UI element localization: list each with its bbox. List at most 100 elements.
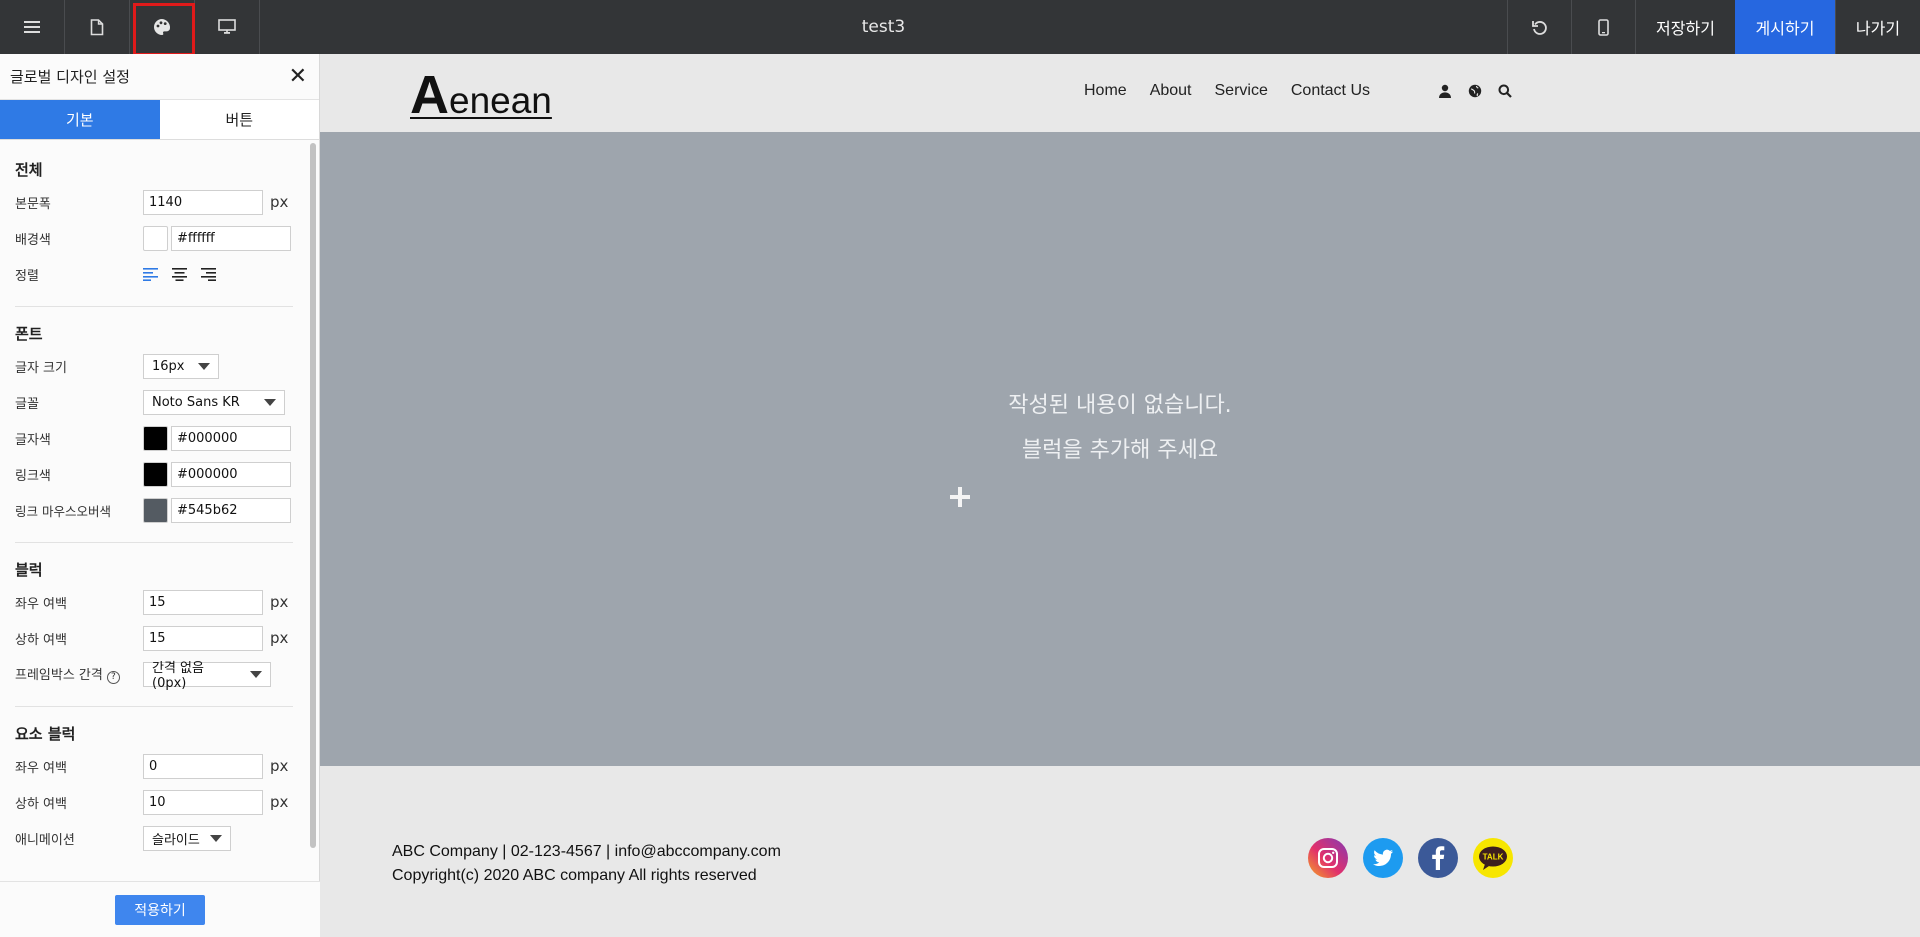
empty-hint: 블럭을 추가해 주세요: [1021, 438, 1219, 463]
menu-icon: [24, 21, 40, 33]
settings-scroll-area[interactable]: 전체 본문폭 1140 px 배경색 #ffffff 정렬 폰트 글자 크기 1…: [0, 141, 320, 881]
link-hover-color-label: 링크 마우스오버색: [15, 503, 111, 519]
monitor-icon: [218, 19, 236, 34]
search-icon[interactable]: [1498, 84, 1512, 98]
align-left-icon[interactable]: [143, 267, 158, 281]
site-logo[interactable]: Aenean: [410, 64, 552, 126]
frame-gap-select[interactable]: 간격 없음 (0px): [143, 661, 271, 691]
apply-button[interactable]: 적용하기: [115, 894, 205, 925]
site-footer: ABC Company | 02-123-4567 | info@abccomp…: [320, 766, 1920, 937]
element-vpad-input[interactable]: 10: [143, 789, 263, 815]
site-nav: Home About Service Contact Us: [1084, 82, 1393, 100]
globe-icon[interactable]: [1468, 84, 1482, 98]
frame-gap-value: 간격 없음 (0px): [152, 661, 204, 691]
preview-button[interactable]: [195, 0, 260, 54]
section-general: 전체 본문폭 1140 px 배경색 #ffffff 정렬: [0, 159, 320, 292]
element-hpad-input[interactable]: 0: [143, 753, 263, 779]
bg-color-input[interactable]: #ffffff: [171, 225, 291, 251]
section-block: 블럭 좌우 여백 15 px 상하 여백 15 px 프레임박스 간격? 간격 …: [0, 559, 320, 692]
link-color-swatch[interactable]: [143, 461, 168, 487]
frame-gap-label: 프레임박스 간격?: [15, 664, 143, 684]
content-width-input[interactable]: 1140: [143, 189, 263, 215]
unit-label: px: [270, 593, 289, 611]
undo-button[interactable]: [1507, 0, 1571, 54]
save-button[interactable]: 저장하기: [1635, 0, 1735, 54]
exit-button[interactable]: 나가기: [1835, 0, 1920, 54]
footer-contact: ABC Company | 02-123-4567 | info@abccomp…: [392, 843, 781, 860]
align-label: 정렬: [15, 268, 39, 284]
panel-title: 글로벌 디자인 설정: [10, 68, 130, 86]
publish-button[interactable]: 게시하기: [1735, 0, 1835, 54]
mobile-view-button[interactable]: [1571, 0, 1635, 54]
facebook-icon[interactable]: [1418, 838, 1458, 878]
link-color-label: 링크색: [15, 468, 51, 484]
font-size-value: 16px: [152, 358, 185, 374]
panel-scrollbar[interactable]: [310, 143, 316, 848]
section-element-block: 요소 블럭 좌우 여백 0 px 상하 여백 10 px 애니메이션 슬라이드: [0, 723, 320, 856]
chevron-down-icon: [210, 834, 222, 842]
logo-text: enean: [449, 80, 552, 121]
font-family-select[interactable]: Noto Sans KR: [143, 389, 285, 415]
unit-label: px: [270, 793, 289, 811]
design-button[interactable]: [130, 0, 195, 56]
panel-tabs: 기본 버튼: [0, 100, 319, 140]
link-hover-color-input[interactable]: #545b62: [171, 497, 291, 523]
nav-item-contact[interactable]: Contact Us: [1291, 82, 1370, 100]
tab-basic[interactable]: 기본: [0, 100, 160, 139]
empty-message: 작성된 내용이 없습니다.: [1008, 393, 1232, 418]
divider: [15, 706, 293, 707]
top-toolbar: test3 저장하기 게시하기 나가기: [0, 0, 1920, 56]
nav-item-home[interactable]: Home: [1084, 82, 1127, 100]
tab-button[interactable]: 버튼: [159, 100, 319, 139]
close-icon[interactable]: ✕: [289, 65, 307, 88]
twitter-icon[interactable]: [1363, 838, 1403, 878]
section-title: 요소 블럭: [15, 725, 76, 743]
logo-initial: A: [410, 65, 449, 125]
mobile-icon: [1598, 18, 1609, 36]
align-right-icon[interactable]: [201, 267, 216, 281]
bg-color-label: 배경색: [15, 232, 51, 248]
animation-label: 애니메이션: [15, 832, 75, 848]
bg-color-swatch[interactable]: [143, 225, 168, 251]
undo-icon: [1532, 20, 1547, 35]
divider: [15, 542, 293, 543]
divider: [15, 306, 293, 307]
menu-button[interactable]: [0, 0, 65, 54]
animation-select[interactable]: 슬라이드: [143, 825, 231, 851]
page-button[interactable]: [65, 0, 130, 54]
add-block-button[interactable]: [945, 482, 975, 512]
block-vpad-input[interactable]: 15: [143, 625, 263, 651]
text-color-label: 글자색: [15, 432, 51, 448]
block-hpad-input[interactable]: 15: [143, 589, 263, 615]
text-color-input[interactable]: #000000: [171, 425, 291, 451]
nav-item-about[interactable]: About: [1150, 82, 1192, 100]
unit-label: px: [270, 193, 289, 211]
font-family-value: Noto Sans KR: [152, 394, 240, 410]
document-title: test3: [861, 17, 906, 37]
block-vpad-label: 상하 여백: [15, 632, 67, 648]
element-vpad-label: 상하 여백: [15, 796, 67, 812]
site-preview: Aenean Home About Service Contact Us 작성된…: [320, 54, 1920, 937]
footer-copyright: Copyright(c) 2020 ABC company All rights…: [392, 867, 757, 884]
font-size-select[interactable]: 16px: [143, 353, 219, 379]
chevron-down-icon: [250, 670, 262, 678]
link-hover-color-swatch[interactable]: [143, 497, 168, 523]
page-icon: [90, 18, 104, 35]
help-icon[interactable]: ?: [106, 670, 120, 684]
global-design-panel: 글로벌 디자인 설정 ✕ 기본 버튼 전체 본문폭 1140 px 배경색 #f…: [0, 54, 320, 937]
kakaotalk-icon[interactable]: TALK: [1473, 838, 1513, 878]
chevron-down-icon: [264, 398, 276, 406]
unit-label: px: [270, 757, 289, 775]
panel-header: 글로벌 디자인 설정 ✕: [0, 54, 319, 100]
section-font: 폰트 글자 크기 16px 글꼴 Noto Sans KR 글자색 #00000…: [0, 323, 320, 528]
nav-item-service[interactable]: Service: [1215, 82, 1268, 100]
align-center-icon[interactable]: [172, 267, 187, 281]
footer-info: ABC Company | 02-123-4567 | info@abccomp…: [392, 840, 781, 888]
text-color-swatch[interactable]: [143, 425, 168, 451]
instagram-icon[interactable]: [1308, 838, 1348, 878]
link-color-input[interactable]: #000000: [171, 461, 291, 487]
content-width-label: 본문폭: [15, 196, 51, 212]
unit-label: px: [270, 629, 289, 647]
user-icon[interactable]: [1438, 84, 1452, 98]
social-links: TALK: [1308, 838, 1513, 878]
